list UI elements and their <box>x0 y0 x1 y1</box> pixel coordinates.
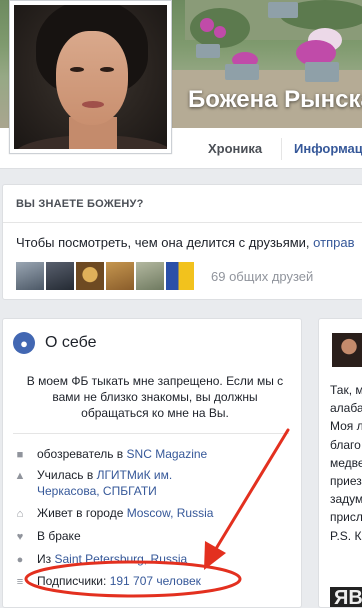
cover-pot <box>305 62 339 82</box>
cover-pot <box>225 64 259 80</box>
tab-divider <box>281 138 282 160</box>
friend-avatar[interactable] <box>166 262 194 290</box>
post-author-avatar[interactable] <box>332 333 362 367</box>
rss-icon: ≡ <box>16 576 24 588</box>
post-photo[interactable]: ЯВ <box>330 587 362 607</box>
graduation-cap-icon: ▲ <box>14 470 26 482</box>
info-education: ▲ Училась в ЛГИТМиК им. Черкасова, СПБГА… <box>13 467 233 499</box>
avatar-lips <box>82 101 104 108</box>
know-text-body: Чтобы посмотреть, чем она делится с друз… <box>16 235 314 250</box>
tab-about[interactable]: Информац <box>294 141 362 156</box>
avatar-eye <box>70 67 84 72</box>
info-relationship-text: В браке <box>37 529 81 543</box>
profile-avatar[interactable] <box>9 0 172 154</box>
briefcase-icon: ■ <box>16 449 24 461</box>
avatar-face <box>56 31 128 125</box>
feed-post-card: Так, м алаба Моя л благо медве приез задум прис… <box>318 318 362 608</box>
about-bio: В моем ФБ тыкать мне запрещено. Если мы … <box>26 374 284 420</box>
post-line: присл <box>330 510 362 525</box>
cover-flower <box>214 26 226 38</box>
info-work-prefix: обозреватель в <box>37 447 127 461</box>
post-line: алаба <box>330 401 362 416</box>
home-icon: ⌂ <box>16 508 24 520</box>
info-location: ⌂ Живет в городе Moscow, Russia <box>13 505 214 521</box>
avatar-photo <box>14 5 167 149</box>
friend-avatar[interactable] <box>136 262 164 290</box>
tab-timeline[interactable]: Хроника <box>208 141 262 156</box>
info-location-link[interactable]: Moscow, Russia <box>127 506 214 520</box>
post-line: задум <box>330 492 362 507</box>
info-followers-prefix: Подписчики: <box>37 574 110 588</box>
info-relationship: ♥ В браке <box>13 528 81 544</box>
about-card: ● О себе В моем ФБ тыкать мне запрещено.… <box>2 318 302 608</box>
info-work: ■ обозреватель в SNC Magazine <box>13 446 208 462</box>
info-hometown: ● Из Saint Petersburg, Russia <box>13 551 188 567</box>
heart-icon: ♥ <box>16 531 24 543</box>
cover-pot <box>268 2 298 18</box>
info-hometown-link[interactable]: Saint Petersburg, Russia <box>54 552 187 566</box>
know-title: ВЫ ЗНАЕТЕ БОЖЕНУ? <box>16 198 144 210</box>
globe-icon: ● <box>13 332 35 354</box>
post-line: приез <box>330 474 362 489</box>
friend-avatar[interactable] <box>16 262 44 290</box>
avatar-eye <box>100 67 114 72</box>
post-line: медве <box>330 455 362 470</box>
post-line: Так, м <box>330 383 362 397</box>
location-pin-icon: ● <box>16 554 24 566</box>
profile-name[interactable]: Божена Рынска <box>188 86 362 114</box>
know-text: Чтобы посмотреть, чем она делится с друз… <box>16 235 354 250</box>
followers-count-link[interactable]: 191 707 человек <box>110 574 201 588</box>
post-line: P.S. К <box>330 528 362 543</box>
info-education-prefix: Училась в <box>37 468 97 482</box>
post-text: Так, м алаба Моя л благо медве приез задум прис… <box>330 381 362 545</box>
mutual-friends-count[interactable]: 69 общих друзей <box>211 269 313 284</box>
info-hometown-prefix: Из <box>37 552 55 566</box>
cover-pot <box>196 44 220 58</box>
info-location-prefix: Живет в городе <box>37 506 127 520</box>
about-header: ● О себе <box>13 332 97 354</box>
friend-avatar[interactable] <box>76 262 104 290</box>
people-you-may-know-card: ВЫ ЗНАЕТЕ БОЖЕНУ? Чтобы посмотреть, чем … <box>2 184 362 300</box>
divider <box>13 433 289 434</box>
cover-flower <box>200 18 214 32</box>
send-friend-request-link[interactable]: отправ <box>313 235 354 250</box>
friend-avatar[interactable] <box>106 262 134 290</box>
info-work-link[interactable]: SNC Magazine <box>127 447 208 461</box>
divider <box>3 222 362 223</box>
post-line: Моя л <box>330 419 362 434</box>
post-line: благо <box>330 437 361 452</box>
mutual-friends-faces[interactable] <box>16 262 194 290</box>
friend-avatar[interactable] <box>46 262 74 290</box>
info-followers: ≡ Подписчики: 191 707 человек <box>13 573 201 589</box>
about-title: О себе <box>45 334 97 351</box>
